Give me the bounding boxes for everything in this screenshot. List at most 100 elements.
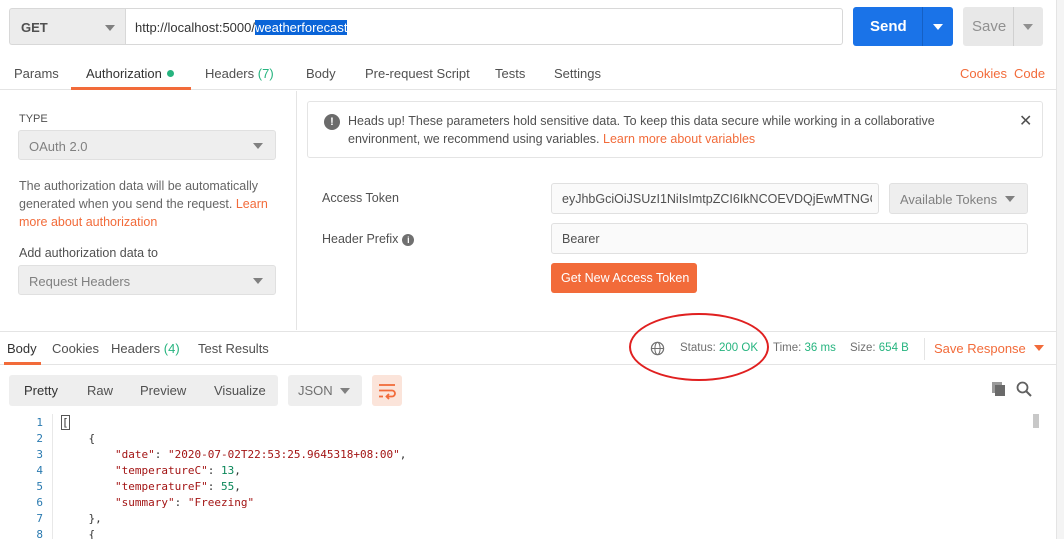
- search-icon[interactable]: [1015, 380, 1033, 398]
- save-label: Save: [972, 18, 1007, 35]
- info-icon[interactable]: i: [402, 234, 415, 246]
- request-bar: GET http://localhost:5000/weatherforecas…: [0, 0, 1064, 55]
- save-divider: [1013, 7, 1014, 46]
- tab-authorization[interactable]: Authorization: [86, 66, 174, 81]
- add-auth-to-select[interactable]: Request Headers: [18, 265, 276, 295]
- tab-tests[interactable]: Tests: [495, 66, 525, 81]
- time-value: 36 ms: [804, 342, 836, 354]
- resp-tab-headers-count: (4): [163, 341, 180, 356]
- tab-body[interactable]: Body: [306, 66, 336, 81]
- available-tokens-select[interactable]: Available Tokens: [889, 183, 1028, 214]
- method-select[interactable]: GET: [9, 8, 125, 45]
- active-dot-icon: [166, 70, 174, 77]
- tab-headers-label: Headers: [205, 66, 255, 81]
- get-new-access-token-button[interactable]: Get New Access Token: [551, 263, 697, 293]
- send-label: Send: [870, 18, 907, 35]
- header-prefix-label: Header Prefix: [322, 232, 399, 246]
- format-select[interactable]: JSON: [288, 375, 362, 406]
- send-button[interactable]: Send: [853, 7, 953, 46]
- resp-tab-body[interactable]: Body: [7, 341, 37, 356]
- chevron-down-icon: [1005, 196, 1015, 202]
- line-number: 3: [36, 448, 43, 461]
- json-value: 55: [220, 480, 235, 493]
- access-token-label: Access Token: [322, 191, 399, 205]
- line-number: 2: [36, 432, 43, 445]
- get-token-label: Get New Access Token: [561, 271, 690, 285]
- code-link[interactable]: Code: [1014, 66, 1045, 81]
- save-options-chevron-icon[interactable]: [1023, 24, 1033, 30]
- scrollbar-thumb[interactable]: [1033, 414, 1039, 428]
- code-line: "temperatureC": 13,: [114, 464, 241, 477]
- auth-type-value: OAuth 2.0: [29, 139, 88, 154]
- auth-type-select[interactable]: OAuth 2.0: [18, 130, 276, 160]
- type-label: TYPE: [19, 113, 48, 125]
- response-bar: Body Cookies Headers (4) Test Results St…: [0, 331, 1064, 365]
- line-number: 1: [36, 416, 43, 429]
- tab-params[interactable]: Params: [14, 66, 59, 81]
- tab-settings[interactable]: Settings: [554, 66, 601, 81]
- size-label: Size:: [850, 342, 876, 354]
- copy-icon[interactable]: [990, 380, 1008, 398]
- active-tab-indicator: [71, 87, 191, 90]
- resp-tab-cookies[interactable]: Cookies: [52, 341, 99, 356]
- save-button[interactable]: Save: [963, 7, 1043, 46]
- request-tabs: Params Authorization Headers (7) Body Pr…: [0, 56, 1064, 90]
- exclamation-icon: !: [324, 114, 340, 130]
- response-body-editor[interactable]: 1 [2 {3 "date": "2020-07-02T22:53:25.9645…: [0, 414, 1064, 539]
- active-tab-indicator: [4, 362, 41, 365]
- code-line: {: [62, 432, 96, 445]
- close-icon[interactable]: ✕: [1019, 111, 1032, 131]
- json-key: "date": [114, 448, 155, 461]
- cookies-link[interactable]: Cookies: [960, 66, 1007, 81]
- json-value: 13: [220, 464, 235, 477]
- url-selected-text: weatherforecast: [254, 20, 348, 35]
- line-number: 6: [36, 496, 43, 509]
- wrap-lines-button[interactable]: [372, 375, 402, 406]
- save-response-button[interactable]: Save Response: [934, 341, 1044, 356]
- line-number: 8: [36, 528, 43, 539]
- format-value: JSON: [298, 383, 333, 398]
- size-value: 654 B: [878, 342, 909, 354]
- json-value: "Freezing": [187, 496, 255, 509]
- line-number: 5: [36, 480, 43, 493]
- view-preview-button[interactable]: Preview: [140, 383, 186, 398]
- tab-authorization-label: Authorization: [86, 66, 162, 81]
- chevron-down-icon: [1033, 345, 1044, 351]
- sensitive-data-notice: ! Heads up! These parameters hold sensit…: [307, 101, 1043, 158]
- code-line: "date": "2020-07-02T22:53:25.9645318+08:…: [114, 448, 407, 461]
- code-line: },: [62, 512, 102, 525]
- resp-tab-test-results[interactable]: Test Results: [198, 341, 269, 356]
- send-options-chevron-icon[interactable]: [933, 24, 943, 30]
- line-number: 4: [36, 464, 43, 477]
- chevron-down-icon: [253, 143, 263, 149]
- view-visualize-button[interactable]: Visualize: [214, 383, 266, 398]
- available-tokens-label: Available Tokens: [900, 192, 998, 207]
- add-auth-to-value: Request Headers: [29, 274, 131, 289]
- notice-text: Heads up! These parameters hold sensitiv…: [348, 112, 988, 148]
- tab-prerequest-script[interactable]: Pre-request Script: [365, 66, 470, 81]
- header-prefix-input[interactable]: Bearer: [551, 223, 1028, 254]
- learn-more-variables-link[interactable]: Learn more about variables: [603, 132, 755, 146]
- time-readout: Time: 36 ms: [773, 342, 836, 354]
- size-readout: Size: 654 B: [850, 342, 909, 354]
- json-key: "temperatureF": [114, 480, 208, 493]
- annotation-circle: [629, 313, 769, 381]
- code-line: "summary": "Freezing": [114, 496, 255, 509]
- resp-tab-headers[interactable]: Headers (4): [111, 341, 180, 356]
- view-raw-button[interactable]: Raw: [87, 383, 113, 398]
- code-line: [: [61, 415, 70, 430]
- auth-type-panel: TYPE OAuth 2.0 The authorization data wi…: [0, 91, 297, 330]
- header-prefix-label-wrap: Header Prefix i: [322, 232, 415, 246]
- divider: [924, 338, 925, 360]
- window-edge: [1056, 0, 1064, 539]
- access-token-input[interactable]: eyJhbGciOiJSUzI1NiIsImtpZCI6IkNCOEVDQjEw…: [551, 183, 879, 214]
- url-text: http://localhost:5000/weatherforecast: [135, 20, 348, 35]
- chevron-down-icon: [253, 278, 263, 284]
- url-input[interactable]: http://localhost:5000/weatherforecast: [125, 8, 843, 45]
- tab-headers-count: (7): [257, 66, 274, 81]
- method-label: GET: [21, 20, 48, 35]
- resp-tab-headers-label: Headers: [111, 341, 161, 356]
- line-number: 7: [36, 512, 43, 525]
- tab-headers[interactable]: Headers (7): [205, 66, 274, 81]
- view-pretty-button[interactable]: Pretty: [24, 383, 58, 398]
